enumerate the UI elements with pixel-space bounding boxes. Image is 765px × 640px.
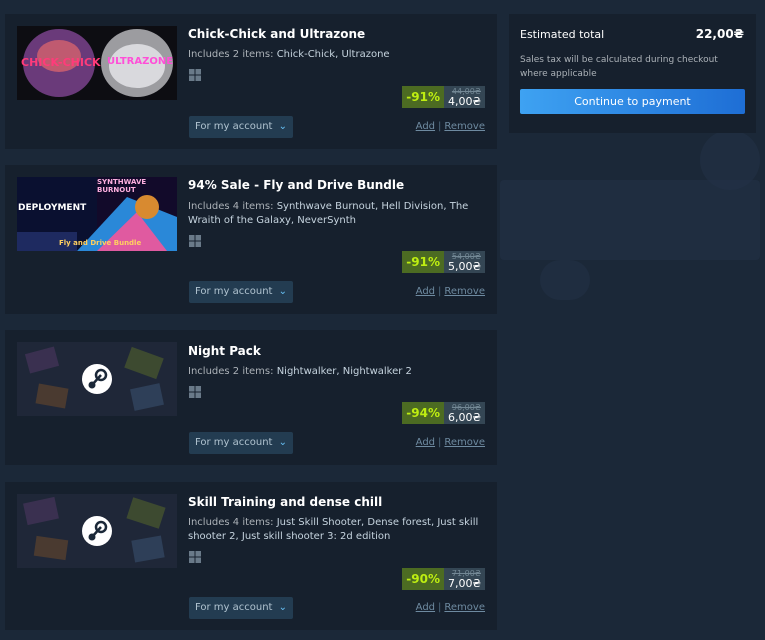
chevron-down-icon: ⌄ bbox=[278, 286, 287, 297]
capsule-logo-text: ULTRAZONE bbox=[107, 56, 174, 67]
includes-label: Includes 2 items: bbox=[188, 366, 274, 377]
separator: | bbox=[438, 286, 442, 297]
add-link[interactable]: Add bbox=[416, 437, 435, 448]
discount-badge: -91% bbox=[402, 251, 444, 273]
continue-to-payment-button[interactable]: Continue to payment bbox=[520, 89, 745, 114]
cart-item: CHICK-CHICK ULTRAZONE Chick-Chick and Ul… bbox=[5, 14, 497, 149]
price-block: -94% 96,00₴ 6,00₴ bbox=[402, 402, 485, 424]
price-stack: 44,00₴ 4,00₴ bbox=[443, 86, 485, 108]
item-title[interactable]: Night Pack bbox=[188, 344, 261, 358]
chevron-down-icon: ⌄ bbox=[278, 121, 287, 132]
background-decoration bbox=[540, 260, 590, 300]
final-price: 4,00₴ bbox=[447, 94, 481, 108]
account-select-value: For my account bbox=[195, 121, 273, 132]
add-link[interactable]: Add bbox=[416, 286, 435, 297]
remove-link[interactable]: Remove bbox=[444, 437, 485, 448]
windows-icon bbox=[189, 551, 201, 563]
separator: | bbox=[438, 121, 442, 132]
sales-tax-note: Sales tax will be calculated during chec… bbox=[520, 55, 718, 79]
account-select-value: For my account bbox=[195, 286, 273, 297]
item-title[interactable]: Chick-Chick and Ultrazone bbox=[188, 27, 365, 41]
discount-badge: -90% bbox=[402, 568, 444, 590]
price-block: -90% 71,00₴ 7,00₴ bbox=[402, 568, 485, 590]
final-price: 6,00₴ bbox=[447, 410, 481, 424]
game-capsule-image[interactable]: CHICK-CHICK ULTRAZONE bbox=[17, 26, 177, 100]
cart-item: Skill Training and dense chill Includes … bbox=[5, 482, 497, 630]
item-includes: Includes 2 items: Nightwalker, Nightwalk… bbox=[188, 365, 488, 379]
includes-label: Includes 2 items: bbox=[188, 49, 274, 60]
item-actions: Add | Remove bbox=[416, 437, 485, 448]
account-select[interactable]: For my account ⌄ bbox=[189, 116, 293, 138]
capsule-logo-text: CHICK-CHICK bbox=[21, 56, 101, 69]
remove-link[interactable]: Remove bbox=[444, 602, 485, 613]
cart-item: Night Pack Includes 2 items: Nightwalker… bbox=[5, 330, 497, 465]
item-actions: Add | Remove bbox=[416, 121, 485, 132]
item-includes: Includes 4 items: Synthwave Burnout, Hel… bbox=[188, 200, 488, 228]
discount-badge: -94% bbox=[402, 402, 444, 424]
windows-icon bbox=[189, 235, 201, 247]
capsule-logo-text: SYNTHWAVE BURNOUT bbox=[97, 178, 147, 194]
item-title[interactable]: 94% Sale - Fly and Drive Bundle bbox=[188, 178, 404, 192]
chevron-down-icon: ⌄ bbox=[278, 437, 287, 448]
price-block: -91% 54,00₴ 5,00₴ bbox=[402, 251, 485, 273]
chevron-down-icon: ⌄ bbox=[278, 602, 287, 613]
add-link[interactable]: Add bbox=[416, 602, 435, 613]
cart-item: SYNTHWAVE BURNOUT DEPLOYMENT Fly and Dri… bbox=[5, 165, 497, 314]
account-select[interactable]: For my account ⌄ bbox=[189, 432, 293, 454]
windows-icon bbox=[189, 386, 201, 398]
background-decoration bbox=[500, 180, 760, 260]
final-price: 7,00₴ bbox=[447, 576, 481, 590]
game-capsule-image[interactable]: SYNTHWAVE BURNOUT DEPLOYMENT Fly and Dri… bbox=[17, 177, 177, 251]
price-stack: 96,00₴ 6,00₴ bbox=[443, 402, 485, 424]
price-block: -91% 44,00₴ 4,00₴ bbox=[402, 86, 485, 108]
item-includes: Includes 2 items: Chick-Chick, Ultrazone bbox=[188, 48, 488, 62]
includes-label: Includes 4 items: bbox=[188, 201, 274, 212]
price-stack: 54,00₴ 5,00₴ bbox=[443, 251, 485, 273]
estimated-total-value: 22,00₴ bbox=[695, 27, 744, 41]
final-price: 5,00₴ bbox=[447, 259, 481, 273]
windows-icon bbox=[189, 69, 201, 81]
estimated-total-label: Estimated total bbox=[520, 28, 605, 41]
separator: | bbox=[438, 437, 442, 448]
includes-label: Includes 4 items: bbox=[188, 517, 274, 528]
separator: | bbox=[438, 602, 442, 613]
includes-list: Chick-Chick, Ultrazone bbox=[276, 49, 390, 60]
account-select-value: For my account bbox=[195, 437, 273, 448]
discount-badge: -91% bbox=[402, 86, 444, 108]
item-actions: Add | Remove bbox=[416, 602, 485, 613]
remove-link[interactable]: Remove bbox=[444, 286, 485, 297]
item-includes: Includes 4 items: Just Skill Shooter, De… bbox=[188, 516, 488, 544]
capsule-logo-text: Fly and Drive Bundle bbox=[59, 239, 142, 247]
price-stack: 71,00₴ 7,00₴ bbox=[443, 568, 485, 590]
account-select-value: For my account bbox=[195, 602, 273, 613]
includes-list: Nightwalker, Nightwalker 2 bbox=[276, 366, 412, 377]
background-decoration bbox=[700, 130, 760, 190]
remove-link[interactable]: Remove bbox=[444, 121, 485, 132]
add-link[interactable]: Add bbox=[416, 121, 435, 132]
account-select[interactable]: For my account ⌄ bbox=[189, 281, 293, 303]
account-select[interactable]: For my account ⌄ bbox=[189, 597, 293, 619]
game-capsule-image[interactable] bbox=[17, 494, 177, 568]
order-summary: Estimated total 22,00₴ Sales tax will be… bbox=[509, 14, 756, 133]
capsule-logo-text: DEPLOYMENT bbox=[18, 203, 87, 213]
item-actions: Add | Remove bbox=[416, 286, 485, 297]
item-title[interactable]: Skill Training and dense chill bbox=[188, 495, 382, 509]
game-capsule-image[interactable] bbox=[17, 342, 177, 416]
